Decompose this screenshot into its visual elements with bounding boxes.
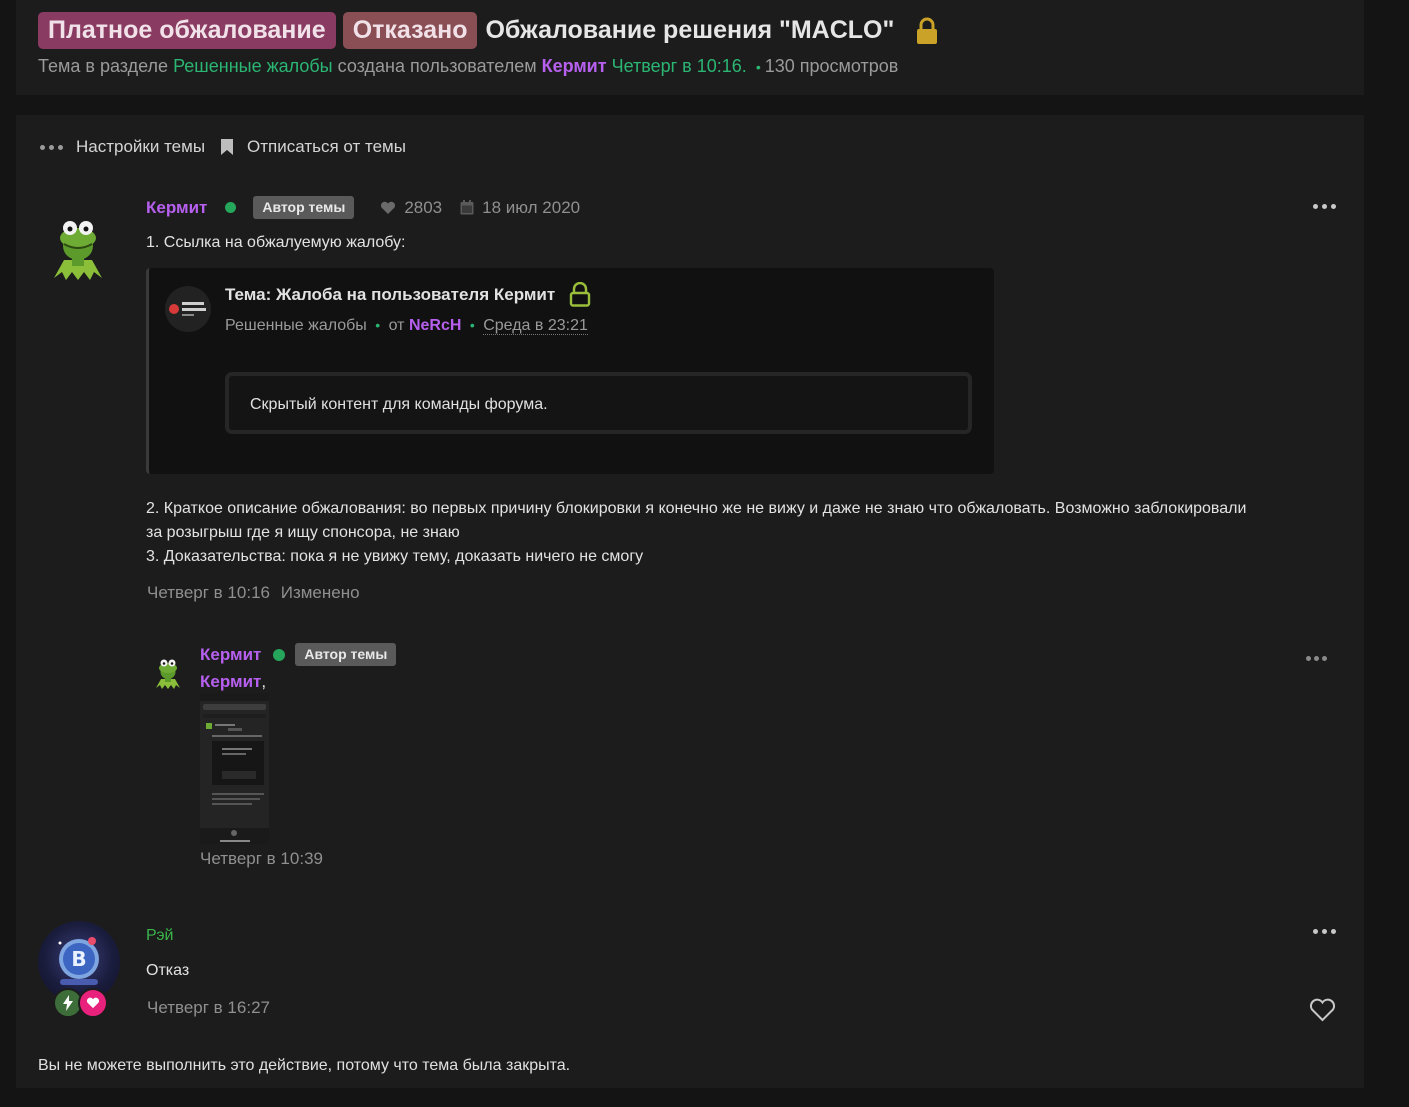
lock-icon bbox=[915, 17, 939, 45]
post-text-line2b: за розыгрыш где я ищу спонсора, не знаю bbox=[146, 524, 460, 541]
view-count: 130 просмотров bbox=[764, 56, 899, 76]
post-more-icon[interactable] bbox=[1313, 928, 1339, 936]
online-indicator bbox=[273, 648, 286, 661]
separator-dot: • bbox=[755, 59, 761, 75]
quote-date[interactable]: Среда в 23:21 bbox=[483, 317, 588, 335]
post-text-line2: 2. Краткое описание обжалования: во перв… bbox=[146, 500, 1247, 517]
post-text-line3: 3. Доказательства: пока я не увижу тему,… bbox=[146, 548, 644, 565]
post-username[interactable]: Кермит bbox=[146, 198, 207, 218]
post-more-icon[interactable] bbox=[1313, 203, 1339, 211]
meta-prefix: Тема в разделе bbox=[38, 56, 169, 76]
more-dots-icon bbox=[40, 144, 64, 150]
calendar-icon bbox=[460, 200, 474, 215]
prefix-paid-appeal[interactable]: Платное обжалование bbox=[38, 12, 336, 49]
mention-link[interactable]: Кермит bbox=[200, 672, 261, 691]
post-text-line1: 1. Ссылка на обжалуемую жалобу: bbox=[146, 234, 406, 251]
thread-body: Настройки темы Отписаться от темы Кермит… bbox=[16, 115, 1364, 1088]
comment-username[interactable]: Кермит bbox=[200, 645, 261, 665]
comment-more-icon[interactable] bbox=[1306, 655, 1332, 663]
prefix-status-denied[interactable]: Отказано bbox=[342, 12, 478, 49]
quote-forum[interactable]: Решенные жалобы bbox=[225, 317, 367, 334]
bookmark-icon bbox=[221, 139, 234, 155]
post-footer: Четверг в 10:16 Изменено bbox=[147, 581, 360, 605]
quote-meta: Решенные жалобы • от NeRcH • Среда в 23:… bbox=[225, 317, 588, 335]
heart-badge-icon bbox=[78, 988, 108, 1018]
thread-closed-message: Вы не можете выполнить это действие, пот… bbox=[38, 1057, 571, 1074]
separator-dot: • bbox=[469, 317, 475, 333]
lock-icon bbox=[570, 282, 591, 307]
quote-title-text: Тема: Жалоба на пользователя Кермит bbox=[225, 284, 556, 304]
quote-title[interactable]: Тема: Жалоба на пользователя Кермит bbox=[225, 282, 591, 307]
meta-created-by: создана пользователем bbox=[337, 56, 537, 76]
avatar[interactable]: B bbox=[38, 921, 120, 1003]
avatar[interactable] bbox=[46, 212, 110, 284]
online-indicator bbox=[225, 202, 237, 213]
post-header: Кермит Автор темы 2803 18 июл 2020 bbox=[146, 196, 580, 219]
thread-tools: Настройки темы Отписаться от темы bbox=[40, 137, 406, 157]
thread-title: Обжалование решения "MACLO" bbox=[485, 16, 895, 44]
heart-icon[interactable] bbox=[1309, 998, 1336, 1022]
author-badge: Автор темы bbox=[295, 643, 397, 666]
heart-icon bbox=[381, 201, 396, 214]
forum-link[interactable]: Решенные жалобы bbox=[173, 56, 333, 76]
thread-header: Платное обжалование Отказано Обжалование… bbox=[16, 0, 1364, 95]
author-link[interactable]: Кермит bbox=[542, 56, 607, 76]
unsubscribe-button[interactable]: Отписаться от темы bbox=[247, 137, 406, 157]
post-username[interactable]: Рэй bbox=[146, 927, 173, 945]
comment-header: Кермит Автор темы bbox=[200, 643, 397, 666]
hidden-content-text: Скрытый контент для команды форума. bbox=[250, 396, 548, 413]
post-date[interactable]: Четверг в 10:16 bbox=[147, 583, 270, 602]
comment-mention: Кермит, bbox=[200, 670, 266, 694]
quoted-thread-card[interactable]: Тема: Жалоба на пользователя Кермит Реше… bbox=[146, 268, 994, 474]
quote-avatar bbox=[165, 286, 211, 332]
mention-suffix: , bbox=[261, 672, 267, 691]
separator-dot: • bbox=[375, 317, 381, 333]
post-text-body: 2. Краткое описание обжалования: во перв… bbox=[146, 497, 1346, 569]
likes-count: 2803 bbox=[404, 197, 443, 217]
author-badge: Автор темы bbox=[253, 196, 355, 219]
thread-meta: Тема в разделе Решенные жалобы создана п… bbox=[38, 56, 898, 77]
svg-text:B: B bbox=[71, 947, 86, 971]
post-date[interactable]: Четверг в 16:27 bbox=[147, 996, 270, 1020]
comment-date[interactable]: Четверг в 10:39 bbox=[200, 847, 323, 871]
comment-avatar[interactable] bbox=[152, 655, 184, 691]
thread-date[interactable]: Четверг в 10:16. bbox=[612, 56, 747, 76]
attachment-thumbnail[interactable] bbox=[200, 693, 269, 844]
hidden-content-box: Скрытый контент для команды форума. bbox=[225, 372, 972, 434]
thread-settings-button[interactable]: Настройки темы bbox=[76, 137, 205, 157]
quote-author[interactable]: NeRcH bbox=[409, 317, 461, 334]
thread-title-row: Платное обжалование Отказано Обжалование… bbox=[38, 12, 939, 49]
post-header: Рэй bbox=[146, 927, 173, 945]
edited-label[interactable]: Изменено bbox=[281, 583, 360, 602]
quote-by-prefix: от bbox=[388, 317, 405, 334]
post-text: Отказ bbox=[146, 962, 190, 979]
register-date: 18 июл 2020 bbox=[482, 197, 581, 217]
